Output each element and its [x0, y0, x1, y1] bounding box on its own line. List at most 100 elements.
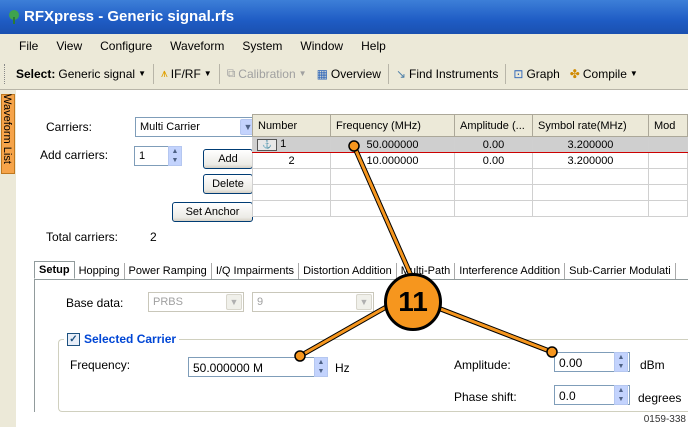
table-row[interactable] [252, 200, 688, 217]
cell-amplitude: 0.00 [454, 152, 533, 169]
graph-icon: ⊡ [513, 66, 524, 81]
table-row[interactable] [252, 184, 688, 201]
find-label: Find Instruments [409, 66, 499, 81]
chevron-down-icon: ▼ [226, 294, 242, 310]
calibration-button[interactable]: ⧉ Calibration ▼ [222, 63, 312, 85]
window-title: RFXpress - Generic signal.rfs [24, 8, 235, 25]
ifrf-label: IF/RF [170, 66, 201, 81]
chevron-down-icon: ▼ [298, 69, 307, 78]
toolbar-grip[interactable] [4, 63, 7, 84]
base-data-label: Base data: [66, 296, 124, 310]
separator [218, 63, 220, 84]
tab-power-ramping[interactable]: Power Ramping [125, 263, 212, 279]
col-number[interactable]: Number [252, 114, 331, 137]
cell-number: ⚓ 1 [252, 136, 331, 153]
amplitude-unit: dBm [640, 358, 665, 372]
cell-frequency: 10.000000 [330, 152, 455, 169]
settings-tabs: Setup Hopping Power Ramping I/Q Impairme… [34, 258, 688, 280]
chevron-down-icon: ▼ [203, 69, 212, 78]
table-header-row: Number Frequency (MHz) Amplitude (... Sy… [252, 114, 688, 137]
table-row[interactable]: 2 10.000000 0.00 3.200000 [252, 152, 688, 169]
separator [153, 63, 154, 84]
amplitude-value: 0.00 [559, 356, 583, 370]
figure-id: 0159-338 [643, 414, 686, 425]
col-symbol-rate[interactable]: Symbol rate(MHz) [532, 114, 649, 137]
col-modulation[interactable]: Mod [648, 114, 688, 137]
chevron-down-icon: ▼ [138, 69, 146, 78]
ifrf-button[interactable]: ⩚ IF/RF ▼ [156, 63, 217, 85]
carriers-select[interactable]: Multi Carrier ▼ [135, 117, 258, 137]
selected-carrier-header: ✓ Selected Carrier [64, 332, 180, 346]
waveform-list-label: Waveform List [1, 94, 13, 164]
frequency-input[interactable]: 50.000000 M [188, 357, 328, 377]
menu-file[interactable]: File [10, 39, 47, 53]
separator [505, 63, 507, 84]
frequency-value: 50.000000 M [193, 361, 264, 375]
calibration-icon: ⧉ [226, 66, 236, 80]
anchor-icon: ⚓ [257, 139, 277, 151]
menu-help[interactable]: Help [352, 39, 395, 53]
base-data-select[interactable]: PRBS ▼ [148, 292, 244, 312]
tab-setup[interactable]: Setup [34, 261, 75, 279]
menu-configure[interactable]: Configure [91, 39, 161, 53]
selected-carrier-title: Selected Carrier [84, 332, 177, 346]
ifrf-icon: ⩚ [161, 66, 168, 80]
cell-symbol-rate: 3.200000 [532, 136, 649, 153]
col-frequency[interactable]: Frequency (MHz) [330, 114, 455, 137]
cell-number: 2 [252, 152, 331, 169]
table-row[interactable] [252, 168, 688, 185]
cell-symbol-rate: 3.200000 [532, 152, 649, 169]
tab-hopping[interactable]: Hopping [75, 263, 125, 279]
menu-bar: File View Configure Waveform System Wind… [0, 34, 688, 58]
frequency-unit: Hz [335, 361, 350, 375]
cell-number-text: 1 [280, 138, 287, 150]
overview-icon: ▦ [316, 66, 328, 81]
prbs-order-select[interactable]: 9 ▼ [252, 292, 374, 312]
amplitude-label: Amplitude: [454, 358, 511, 372]
graph-label: Graph [526, 66, 560, 81]
spinner-icon[interactable]: ▲ ▼ [614, 352, 628, 372]
calibration-label: Calibration [238, 66, 296, 81]
spinner-icon[interactable]: ▲ ▼ [614, 385, 628, 405]
compile-label: Compile [582, 66, 627, 81]
select-value: Generic signal [58, 66, 136, 81]
select-label: Select: [16, 66, 56, 81]
collapse-checkbox-icon[interactable]: ✓ [67, 332, 80, 346]
callout-badge: 11 [384, 273, 442, 331]
tab-iq-impairments[interactable]: I/Q Impairments [212, 263, 300, 279]
col-amplitude[interactable]: Amplitude (... [454, 114, 533, 137]
menu-waveform[interactable]: Waveform [161, 39, 233, 53]
graph-button[interactable]: ⊡ Graph [508, 63, 564, 85]
set-anchor-button[interactable]: Set Anchor [172, 202, 253, 222]
title-bar: RFXpress - Generic signal.rfs [0, 0, 688, 34]
select-dropdown[interactable]: Select: Generic signal ▼ [11, 63, 151, 85]
find-instruments-button[interactable]: ↘ Find Instruments [391, 63, 503, 85]
toolbar: Select: Generic signal ▼ ⩚ IF/RF ▼ ⧉ Cal… [0, 58, 688, 90]
tab-interference-addition[interactable]: Interference Addition [455, 263, 566, 279]
separator [387, 63, 389, 84]
base-data-value: PRBS [153, 296, 183, 308]
total-carriers-value: 2 [150, 230, 157, 244]
cell-modulation [648, 152, 688, 169]
menu-system[interactable]: System [233, 39, 291, 53]
spinner-icon[interactable]: ▲ ▼ [314, 357, 328, 377]
chevron-down-icon: ▼ [629, 69, 638, 78]
tab-sub-carrier-modulation[interactable]: Sub-Carrier Modulati [565, 263, 676, 279]
overview-button[interactable]: ▦ Overview [312, 63, 386, 85]
spinner-icon[interactable]: ▲ ▼ [168, 146, 182, 166]
table-row[interactable]: ⚓ 1 50.000000 0.00 3.200000 [252, 136, 688, 153]
menu-window[interactable]: Window [291, 39, 352, 53]
add-button[interactable]: Add [203, 149, 253, 169]
side-tab-strip: Waveform List [0, 90, 16, 427]
menu-view[interactable]: View [47, 39, 91, 53]
frequency-label: Frequency: [70, 358, 131, 372]
phase-shift-unit: degrees [638, 391, 682, 405]
carrier-table: Number Frequency (MHz) Amplitude (... Sy… [252, 114, 688, 217]
cell-frequency: 50.000000 [330, 136, 455, 153]
compile-button[interactable]: ✤ Compile ▼ [565, 63, 643, 85]
add-carriers-label: Add carriers: [40, 148, 109, 162]
tab-distortion-addition[interactable]: Distortion Addition [299, 263, 397, 279]
compile-icon: ✤ [569, 66, 580, 81]
delete-button[interactable]: Delete [203, 174, 253, 194]
phase-shift-label: Phase shift: [454, 390, 517, 404]
